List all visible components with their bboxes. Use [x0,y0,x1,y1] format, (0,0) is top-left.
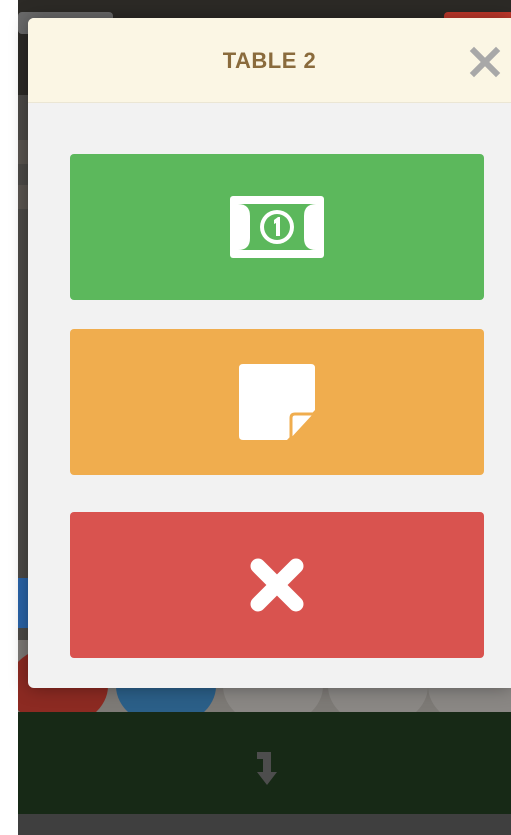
close-icon[interactable] [467,44,503,80]
table-action-modal: TABLE 2 [28,18,511,688]
sticky-note-icon [239,364,315,440]
background-footer [18,814,511,835]
modal-title: TABLE 2 [222,48,317,73]
pay-button[interactable] [70,154,484,300]
money-bill-icon [230,196,324,258]
modal-header: TABLE 2 [28,18,511,103]
cancel-button[interactable] [70,512,484,658]
turn-down-arrow-icon[interactable] [254,748,280,788]
close-icon [248,556,306,614]
note-button[interactable] [70,329,484,475]
background-bottom-bar [18,712,511,814]
